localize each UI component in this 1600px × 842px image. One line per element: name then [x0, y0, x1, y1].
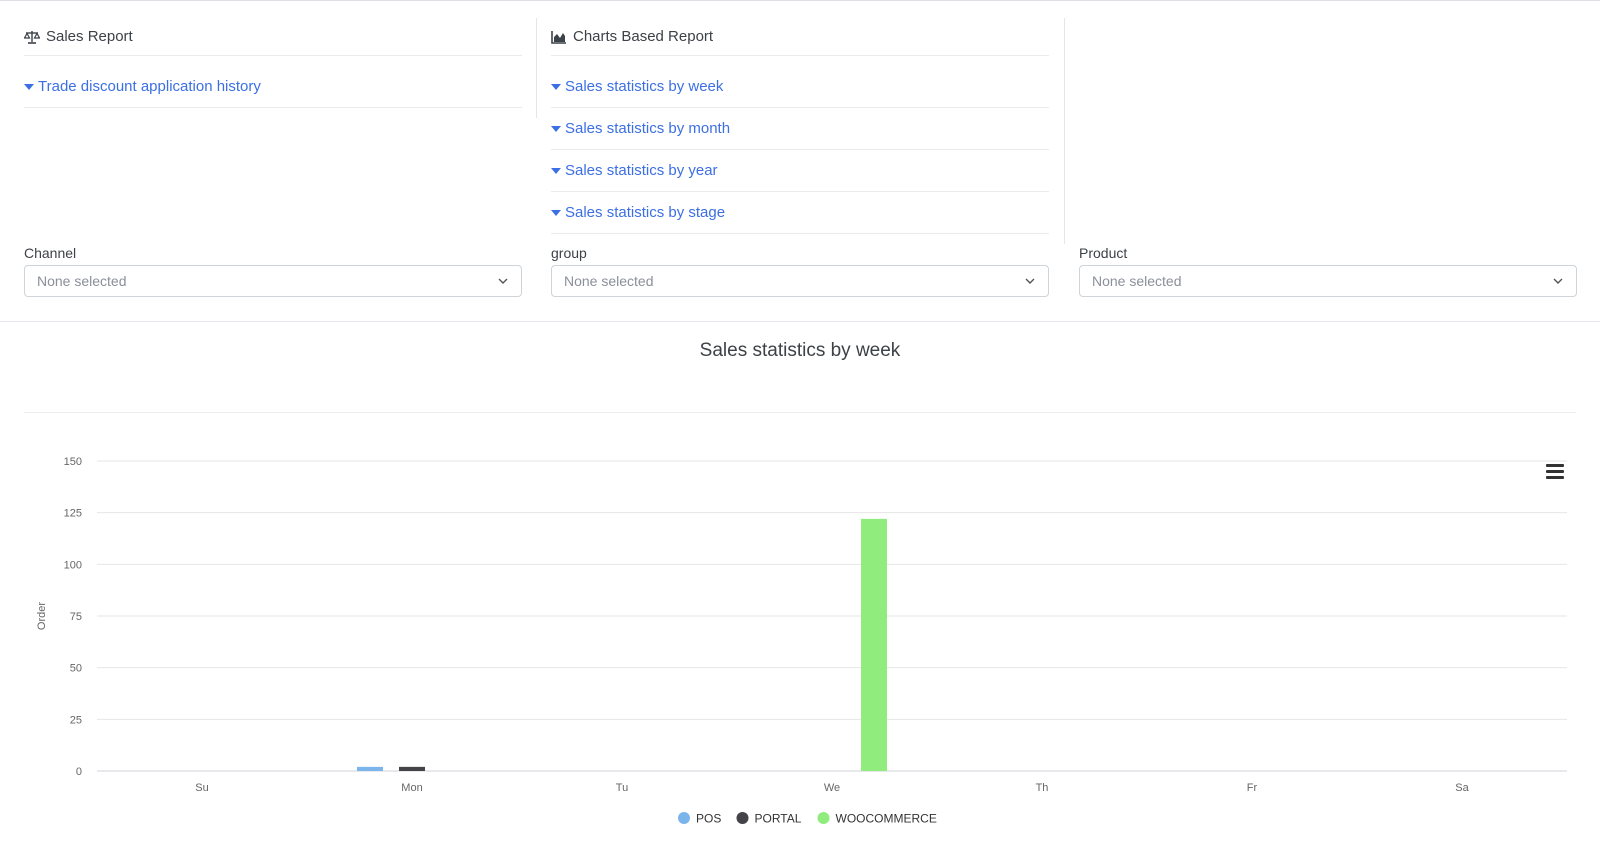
y-tick-label: 0 — [76, 766, 82, 778]
title-divider — [24, 412, 1576, 413]
link-label: Sales statistics by year — [565, 162, 718, 179]
sales-report-header: Sales Report — [23, 18, 522, 56]
channel-select-value: None selected — [37, 273, 127, 289]
link-label: Sales statistics by month — [565, 120, 731, 137]
chevron-down-icon — [498, 278, 508, 284]
charts-report-panel: Charts Based Report Sales statistics by … — [551, 18, 1049, 234]
y-tick-label: 100 — [64, 559, 82, 571]
group-label: group — [551, 245, 587, 261]
chevron-down-icon — [1553, 278, 1563, 284]
area-chart-icon — [551, 30, 567, 44]
column-divider — [536, 18, 537, 118]
channel-label: Channel — [24, 245, 77, 261]
bar-pos — [357, 766, 383, 771]
x-tick-label: We — [824, 782, 840, 794]
channel-select[interactable]: None selected — [24, 265, 522, 297]
chevron-down-icon — [1025, 278, 1035, 284]
legend-marker-portal — [736, 812, 749, 824]
legend-marker-woocommerce — [817, 812, 830, 824]
legend-label: POS — [696, 812, 721, 826]
x-tick-label: Mon — [401, 782, 422, 794]
link-label: Sales statistics by week — [565, 78, 724, 95]
bar-portal — [399, 766, 425, 771]
scale-icon — [23, 30, 41, 44]
caret-down-icon — [551, 83, 561, 90]
link-label: Trade discount application history — [38, 78, 261, 95]
sales-week-chart: 0 25 50 75 100 125 150 Order Su Mon Tu We Th Fr Sa POS P… — [36, 456, 1567, 826]
sales-report-panel: Sales Report Trade discount application … — [23, 18, 522, 108]
y-tick-label: 125 — [64, 508, 82, 520]
x-tick-label: Th — [1036, 782, 1049, 794]
caret-down-icon — [551, 209, 561, 216]
sales-by-year-link[interactable]: Sales statistics by year — [551, 150, 1049, 192]
sales-by-stage-link[interactable]: Sales statistics by stage — [551, 192, 1049, 234]
sales-by-month-link[interactable]: Sales statistics by month — [551, 108, 1049, 150]
y-tick-label: 75 — [70, 611, 82, 623]
legend-label: PORTAL — [755, 812, 802, 826]
x-tick-label: Tu — [616, 782, 628, 794]
channel-filter: Channel None selected — [24, 245, 522, 297]
caret-down-icon — [551, 125, 561, 132]
link-label: Sales statistics by stage — [565, 204, 726, 221]
sales-by-week-link[interactable]: Sales statistics by week — [551, 66, 1049, 108]
product-select-value: None selected — [1092, 273, 1182, 289]
section-divider — [0, 321, 1600, 322]
legend-label: WOOCOMMERCE — [836, 812, 937, 826]
x-tick-label: Fr — [1247, 782, 1258, 794]
x-tick-label: Su — [195, 782, 208, 794]
caret-down-icon — [551, 167, 561, 174]
product-select[interactable]: None selected — [1079, 265, 1577, 297]
group-select-value: None selected — [564, 273, 654, 289]
trade-discount-history-link[interactable]: Trade discount application history — [24, 66, 522, 108]
caret-down-icon — [24, 83, 34, 90]
top-border — [0, 0, 1600, 1]
group-select[interactable]: None selected — [551, 265, 1049, 297]
group-filter: group None selected — [551, 245, 1049, 297]
legend-marker-pos — [678, 812, 690, 824]
bar-woocommerce — [861, 518, 887, 771]
charts-report-title: Charts Based Report — [573, 28, 714, 45]
product-label: Product — [1079, 245, 1128, 261]
chart-title: Sales statistics by week — [699, 340, 901, 361]
y-tick-label: 50 — [70, 663, 82, 675]
y-axis-label: Order — [36, 602, 48, 630]
product-filter: Product None selected — [1079, 245, 1577, 297]
charts-report-header: Charts Based Report — [551, 18, 1049, 56]
y-tick-label: 25 — [70, 714, 82, 726]
y-tick-label: 150 — [64, 456, 82, 468]
column-divider — [1064, 18, 1065, 244]
sales-report-title: Sales Report — [46, 28, 133, 45]
x-tick-label: Sa — [1455, 782, 1469, 794]
